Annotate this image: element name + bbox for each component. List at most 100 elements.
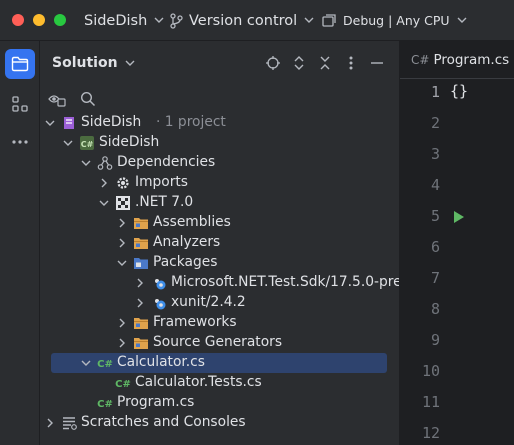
line-number: 2 xyxy=(430,114,440,132)
project-tool-button[interactable] xyxy=(5,49,35,79)
csharp-file-icon: C# xyxy=(115,375,131,391)
folder-icon xyxy=(133,315,149,331)
svg-text:C#: C# xyxy=(81,140,94,149)
maximize-window-button[interactable] xyxy=(54,14,66,26)
chevron-down-icon xyxy=(457,17,467,23)
tree-item[interactable]: Source Generators xyxy=(41,333,398,353)
folder-icon xyxy=(11,56,29,72)
chevron-right-icon[interactable] xyxy=(116,337,128,349)
structure-icon xyxy=(12,96,28,112)
tree-item[interactable]: Imports xyxy=(41,173,398,193)
line-number: 9 xyxy=(430,331,440,349)
gear-icon xyxy=(115,175,131,191)
panel-title-dropdown[interactable]: Solution xyxy=(52,41,135,85)
tree-item-label: xunit/2.4.2 xyxy=(171,294,246,310)
chevron-down-icon[interactable] xyxy=(44,117,56,129)
line-number: 3 xyxy=(430,145,440,163)
tree-item[interactable]: SideDish · 1 project xyxy=(41,113,398,133)
title-bar: SideDish Version control Debug | Any CPU xyxy=(0,0,514,41)
chevron-down-icon[interactable] xyxy=(80,357,92,369)
tree-item-label: Calculator.cs xyxy=(117,354,205,370)
panel-header: Solution xyxy=(41,41,398,85)
svg-text:C#: C# xyxy=(97,359,113,370)
chevron-right-icon[interactable] xyxy=(134,297,146,309)
locate-icon[interactable] xyxy=(264,54,282,72)
line-number: 5 xyxy=(430,207,440,225)
csharp-file-icon: C# xyxy=(411,52,430,67)
folder-icon xyxy=(133,235,149,251)
tree-item[interactable]: C# SideDish xyxy=(41,133,398,153)
tree-item-label: .NET 7.0 xyxy=(135,194,194,210)
tree-item[interactable]: Frameworks xyxy=(41,313,398,333)
minimize-window-button[interactable] xyxy=(33,14,45,26)
csharp-project-icon: C# xyxy=(79,135,95,151)
project-name: SideDish xyxy=(84,12,148,29)
show-hidden-files-icon[interactable] xyxy=(48,90,66,108)
line-number: 6 xyxy=(430,238,440,256)
options-icon[interactable] xyxy=(342,54,360,72)
chevron-right-icon[interactable] xyxy=(116,317,128,329)
tree-item[interactable]: Assemblies xyxy=(41,213,398,233)
svg-text:C#: C# xyxy=(97,399,113,410)
close-window-button[interactable] xyxy=(12,14,24,26)
expand-all-icon[interactable] xyxy=(290,54,308,72)
chevron-right-icon[interactable] xyxy=(116,217,128,229)
chevron-right-icon[interactable] xyxy=(44,417,56,429)
line-number: 11 xyxy=(421,393,440,411)
dependencies-icon xyxy=(97,155,113,171)
tree-item-label: Microsoft.NET.Test.Sdk/17.5.0-preview xyxy=(171,274,434,290)
panel-sub-toolbar xyxy=(41,85,398,113)
collapse-all-icon[interactable] xyxy=(316,54,334,72)
tree-item[interactable]: Scratches and Consoles xyxy=(41,413,398,433)
chevron-down-icon[interactable] xyxy=(62,137,74,149)
vcs-label: Version control xyxy=(189,12,298,29)
chevron-down-icon xyxy=(304,17,314,23)
chevron-right-icon[interactable] xyxy=(98,177,110,189)
solution-panel: Solution SideDish · 1 project C# SideDish D… xyxy=(41,41,433,445)
line-number: 4 xyxy=(430,176,440,194)
chevron-right-icon[interactable] xyxy=(134,277,146,289)
tree-item-label: Program.cs xyxy=(117,394,195,410)
chevron-right-icon[interactable] xyxy=(116,237,128,249)
solution-icon xyxy=(61,115,77,131)
editor-area: C# Program.cs 1 2 3 4 5 6 7 8 9 10 11 12 {} xyxy=(399,41,514,445)
chevron-down-icon[interactable] xyxy=(98,197,110,209)
folder-icon xyxy=(133,215,149,231)
project-switcher[interactable]: SideDish xyxy=(84,0,164,41)
tree-item-label: Frameworks xyxy=(153,314,237,330)
chevron-down-icon[interactable] xyxy=(80,157,92,169)
tree-item[interactable]: C# Calculator.Tests.cs xyxy=(41,373,398,393)
version-control-menu[interactable]: Version control xyxy=(169,0,314,41)
package-icon xyxy=(151,295,167,311)
tree-item[interactable]: xunit/2.4.2 xyxy=(41,293,398,313)
csharp-file-icon: C# xyxy=(97,395,113,411)
tree-item[interactable]: .NET 7.0 xyxy=(41,193,398,213)
tree-item[interactable]: Microsoft.NET.Test.Sdk/17.5.0-preview xyxy=(41,273,433,293)
svg-text:C#: C# xyxy=(115,379,131,390)
folder-icon xyxy=(133,255,149,271)
tree-item[interactable]: C# Program.cs xyxy=(41,393,398,413)
tree-item[interactable]: Dependencies xyxy=(41,153,398,173)
tree-item[interactable]: C# Calculator.cs xyxy=(51,353,387,373)
structure-tool-button[interactable] xyxy=(5,89,35,119)
more-tools-button[interactable] xyxy=(5,127,35,157)
tree-item[interactable]: Analyzers xyxy=(41,233,398,253)
search-icon[interactable] xyxy=(79,90,97,108)
tab-label: Program.cs xyxy=(433,51,510,68)
code-line-1[interactable]: {} xyxy=(450,82,468,100)
tree-item-suffix: · 1 project xyxy=(156,114,226,130)
tree-item-label: SideDish xyxy=(81,114,142,130)
run-configuration-selector[interactable]: Debug | Any CPU xyxy=(322,0,467,41)
package-icon xyxy=(151,275,167,291)
dotnet-icon xyxy=(115,195,131,211)
hide-panel-icon[interactable] xyxy=(368,54,386,72)
folder-icon xyxy=(133,335,149,351)
tree-item-label: Packages xyxy=(153,254,218,270)
line-number: 10 xyxy=(421,362,440,380)
chevron-down-icon[interactable] xyxy=(116,257,128,269)
tree-item[interactable]: Packages xyxy=(41,253,398,273)
tree-item-label: Dependencies xyxy=(117,154,216,170)
run-icon[interactable] xyxy=(452,210,466,224)
tree-item-label: SideDish xyxy=(99,134,160,150)
editor-tab-program-cs[interactable]: C# Program.cs xyxy=(400,41,514,79)
